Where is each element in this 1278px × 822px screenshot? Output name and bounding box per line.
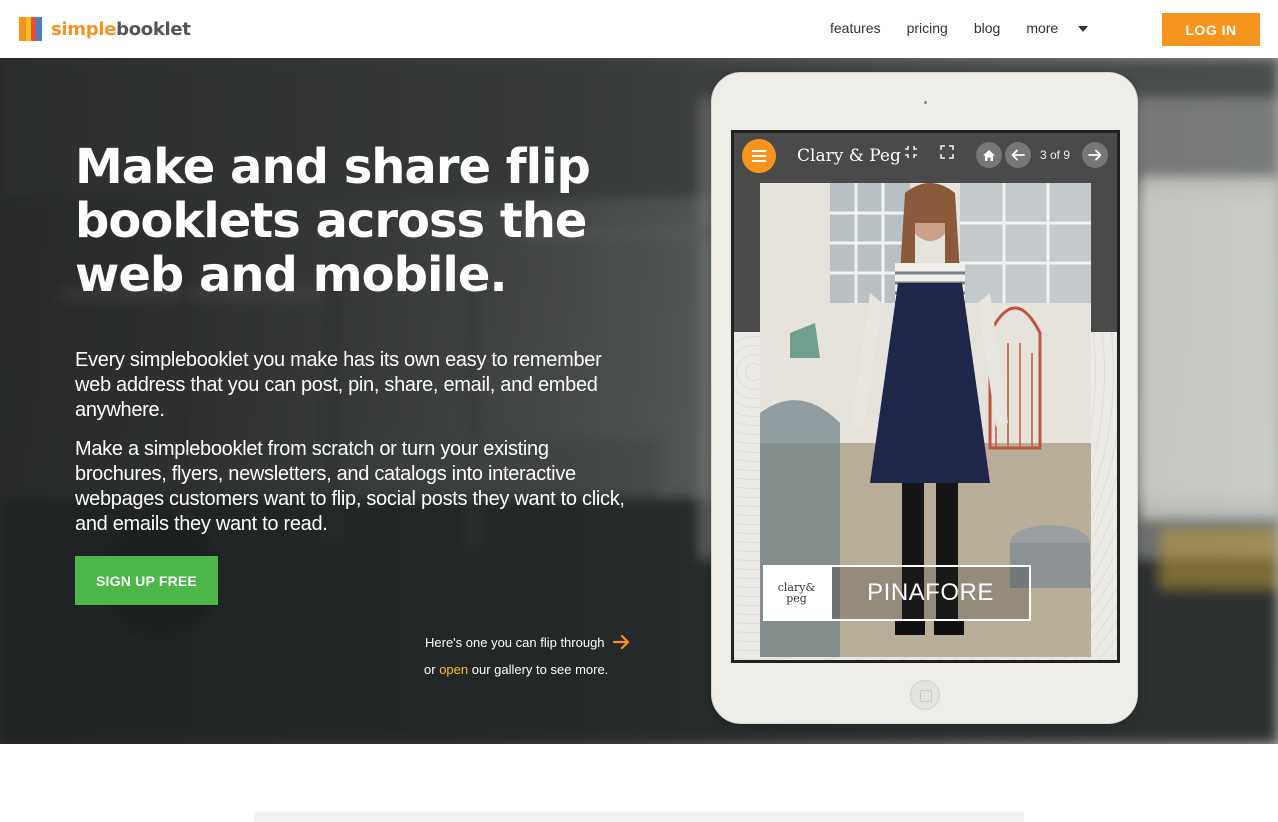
hero-paragraph-2: Make a simplebooklet from scratch or tur… xyxy=(75,438,625,535)
hero-paragraph-1: Every simplebooklet you make has its own… xyxy=(75,349,602,421)
main-nav: features pricing blog more xyxy=(830,20,1089,36)
booklet-title: Clary & Peg xyxy=(797,146,901,166)
gallery-suffix: our gallery to see more. xyxy=(471,662,609,677)
gallery-note: or open our gallery to see more. xyxy=(424,662,608,677)
login-button[interactable]: LOG IN xyxy=(1162,13,1260,46)
nav-features[interactable]: features xyxy=(830,20,881,36)
tablet-camera xyxy=(924,101,927,104)
nav-more[interactable]: more xyxy=(1026,20,1058,36)
hero-headline: Make and share flip booklets across the … xyxy=(75,139,591,303)
flip-note-text: Here's one you can flip through xyxy=(425,634,605,650)
hero-section: Make and share flip booklets across the … xyxy=(0,58,1278,744)
page-indicator: 3 of 9 xyxy=(1040,148,1071,162)
open-gallery-link[interactable]: open xyxy=(439,662,468,677)
arrow-right-icon xyxy=(612,634,629,650)
booklet-viewer[interactable]: Clary & Peg 3 of 9 clary& peg PINAFORE xyxy=(731,130,1120,663)
logo-text: simplebooklet xyxy=(51,18,191,40)
home-icon[interactable] xyxy=(976,142,1002,168)
brand-logo: clary& peg xyxy=(763,565,830,621)
site-header: simplebooklet features pricing blog more… xyxy=(0,0,1278,58)
tablet-home-button xyxy=(910,680,940,710)
caption-title: PINAFORE xyxy=(830,565,1031,621)
nav-blog[interactable]: blog xyxy=(974,20,1000,36)
fullscreen-icon[interactable] xyxy=(940,145,954,159)
arrow-left-icon[interactable] xyxy=(1005,142,1031,168)
viewer-toolbar: Clary & Peg 3 of 9 xyxy=(734,133,1117,178)
logo-icon xyxy=(19,17,42,41)
tablet-mockup: Clary & Peg 3 of 9 clary& peg PINAFORE xyxy=(711,72,1138,724)
content-strip xyxy=(254,812,1024,822)
booklet-caption: clary& peg PINAFORE xyxy=(763,565,1031,621)
sign-up-button[interactable]: SIGN UP FREE xyxy=(75,556,218,605)
logo[interactable]: simplebooklet xyxy=(19,17,191,41)
nav-pricing[interactable]: pricing xyxy=(907,20,948,36)
gallery-prefix: or xyxy=(424,662,436,677)
flip-note: Here's one you can flip through xyxy=(425,634,631,650)
chevron-down-icon[interactable] xyxy=(1078,26,1089,32)
shrink-icon[interactable] xyxy=(904,145,918,159)
menu-icon[interactable] xyxy=(742,139,776,173)
arrow-right-icon[interactable] xyxy=(1082,142,1108,168)
